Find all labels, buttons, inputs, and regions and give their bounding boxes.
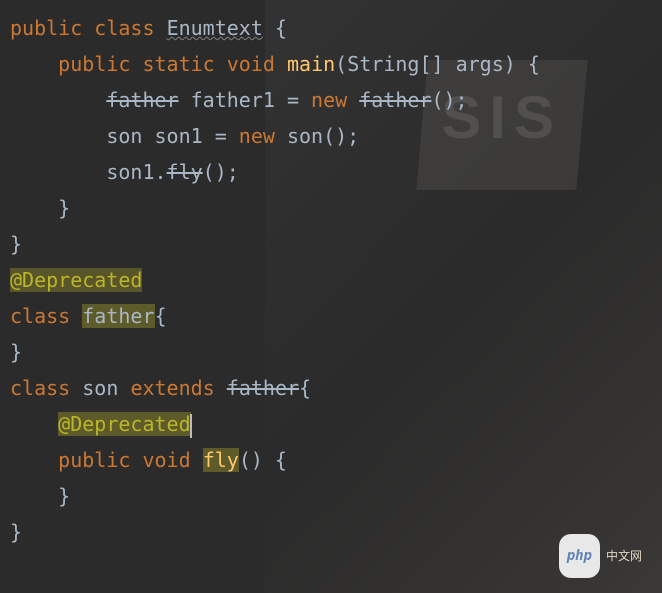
keyword-public: public	[10, 16, 82, 40]
code-line[interactable]: class father{	[10, 298, 662, 334]
deprecated-ctor: father	[359, 88, 431, 112]
text-cursor	[190, 414, 192, 438]
keyword-class: class	[10, 376, 70, 400]
code-line[interactable]: public class Enumtext {	[10, 10, 662, 46]
deprecated-parent: father	[227, 376, 299, 400]
brace: }	[10, 340, 22, 364]
method-params: () {	[239, 448, 287, 472]
watermark-text: 中文网	[606, 538, 642, 574]
code-line[interactable]: father father1 = new father();	[10, 82, 662, 118]
code-line[interactable]: @Deprecated	[10, 406, 662, 442]
brace: {	[299, 376, 311, 400]
variable-decl: son1 =	[155, 124, 239, 148]
code-line[interactable]: public void fly() {	[10, 442, 662, 478]
brace: }	[10, 520, 22, 544]
ctor-call: son();	[275, 124, 359, 148]
method-params: (String[] args) {	[335, 52, 540, 76]
keyword-new: new	[239, 124, 275, 148]
code-line[interactable]: son son1 = new son();	[10, 118, 662, 154]
keyword-public: public	[58, 448, 130, 472]
code-editor[interactable]: public class Enumtext { public static vo…	[0, 0, 662, 550]
deprecated-method-call: fly	[167, 160, 203, 184]
keyword-public: public	[58, 52, 130, 76]
class-name: son	[70, 376, 130, 400]
keyword-class: class	[94, 16, 154, 40]
statement-end: ();	[431, 88, 467, 112]
class-name: father	[82, 304, 154, 328]
code-line[interactable]: son1.fly();	[10, 154, 662, 190]
code-line[interactable]: }	[10, 190, 662, 226]
keyword-static: static	[142, 52, 214, 76]
brace: }	[10, 232, 22, 256]
code-line[interactable]: public static void main(String[] args) {	[10, 46, 662, 82]
method-name: main	[287, 52, 335, 76]
brace: }	[58, 484, 70, 508]
class-name: Enumtext	[167, 16, 263, 40]
keyword-void: void	[142, 448, 190, 472]
keyword-new: new	[311, 88, 347, 112]
annotation-deprecated: @Deprecated	[10, 268, 142, 292]
code-line[interactable]: }	[10, 478, 662, 514]
keyword-void: void	[227, 52, 275, 76]
code-line[interactable]: }	[10, 334, 662, 370]
code-line[interactable]: @Deprecated	[10, 262, 662, 298]
object-ref: son1.	[106, 160, 166, 184]
watermark-logo: php	[559, 534, 600, 578]
brace: {	[155, 304, 167, 328]
method-name: fly	[203, 448, 239, 472]
watermark: php 中文网	[559, 534, 642, 578]
brace: }	[58, 196, 70, 220]
keyword-extends: extends	[130, 376, 214, 400]
code-line[interactable]: }	[10, 226, 662, 262]
deprecated-type: father	[106, 88, 178, 112]
variable-decl: father1 =	[179, 88, 311, 112]
code-line[interactable]: class son extends father{	[10, 370, 662, 406]
statement-end: ();	[203, 160, 239, 184]
annotation-deprecated: @Deprecated	[58, 412, 190, 436]
keyword-class: class	[10, 304, 70, 328]
type: son	[106, 124, 154, 148]
brace: {	[263, 16, 287, 40]
